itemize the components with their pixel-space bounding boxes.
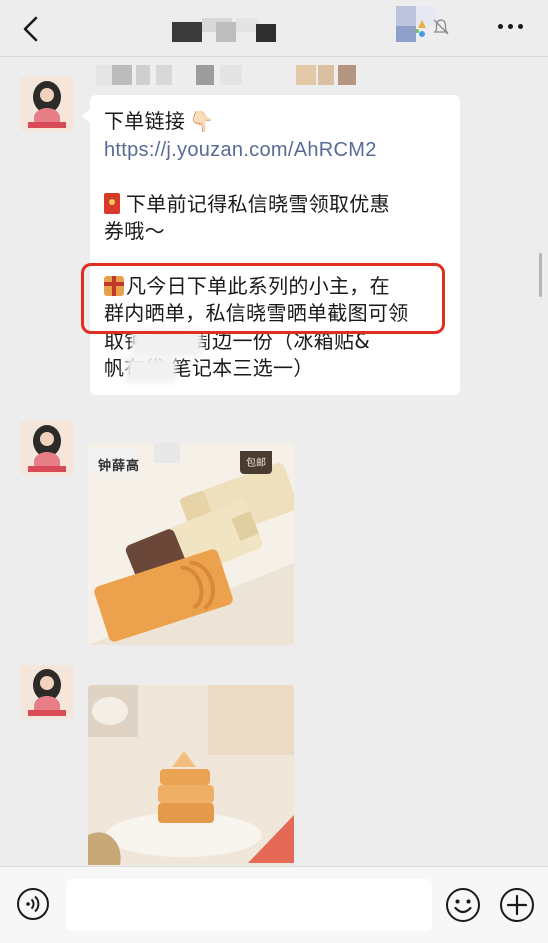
image-message-ice-cream[interactable]: 钟薛高 包邮 bbox=[88, 443, 294, 645]
message-line-coupon: 下单前记得私信晓雪领取优惠 bbox=[104, 191, 390, 218]
text-message-bubble[interactable]: 下单链接 👇🏻 https://j.youzan.com/AhRCM2 下单前记得… bbox=[82, 95, 460, 395]
image-message-ice-cream-stack[interactable] bbox=[88, 685, 294, 865]
highlight-annotation-box bbox=[81, 263, 445, 334]
smiley-icon[interactable] bbox=[445, 887, 481, 923]
sender-avatar[interactable] bbox=[20, 665, 74, 719]
sender-name-mosaic bbox=[96, 65, 356, 87]
red-envelope-icon bbox=[104, 193, 120, 214]
avatar-image bbox=[20, 421, 74, 475]
bell-slash-icon bbox=[433, 19, 449, 35]
sender-avatar[interactable] bbox=[20, 421, 74, 475]
chat-title-mosaic bbox=[172, 18, 322, 44]
ice-cream-stack-photo bbox=[88, 685, 294, 865]
scrollbar-thumb[interactable] bbox=[539, 253, 542, 297]
message-line-coupon-cont: 券哦～ bbox=[104, 219, 165, 243]
redaction-blur bbox=[126, 357, 176, 383]
chat-header bbox=[0, 0, 548, 57]
avatar-image bbox=[20, 77, 74, 131]
image-brand-label: 钟薛高 bbox=[98, 459, 141, 474]
chat-status-mosaic bbox=[396, 6, 436, 42]
sender-avatar[interactable] bbox=[20, 77, 74, 131]
chevron-left-icon[interactable] bbox=[14, 12, 48, 46]
message-line-order-link-label: 下单链接 👇🏻 bbox=[104, 109, 215, 133]
more-dots-icon[interactable] bbox=[496, 20, 526, 36]
avatar-image bbox=[20, 665, 74, 719]
order-link[interactable]: https://j.youzan.com/AhRCM2 bbox=[104, 137, 377, 164]
plus-circle-icon[interactable] bbox=[499, 887, 535, 923]
chat-message-list[interactable]: 下单链接 👇🏻 https://j.youzan.com/AhRCM2 下单前记得… bbox=[0, 57, 548, 865]
message-text-input[interactable] bbox=[66, 879, 432, 931]
chat-input-bar bbox=[0, 866, 548, 943]
pointing-down-icon: 👇🏻 bbox=[189, 109, 215, 133]
free-shipping-tag: 包邮 bbox=[240, 451, 272, 474]
voice-icon[interactable] bbox=[16, 887, 50, 921]
